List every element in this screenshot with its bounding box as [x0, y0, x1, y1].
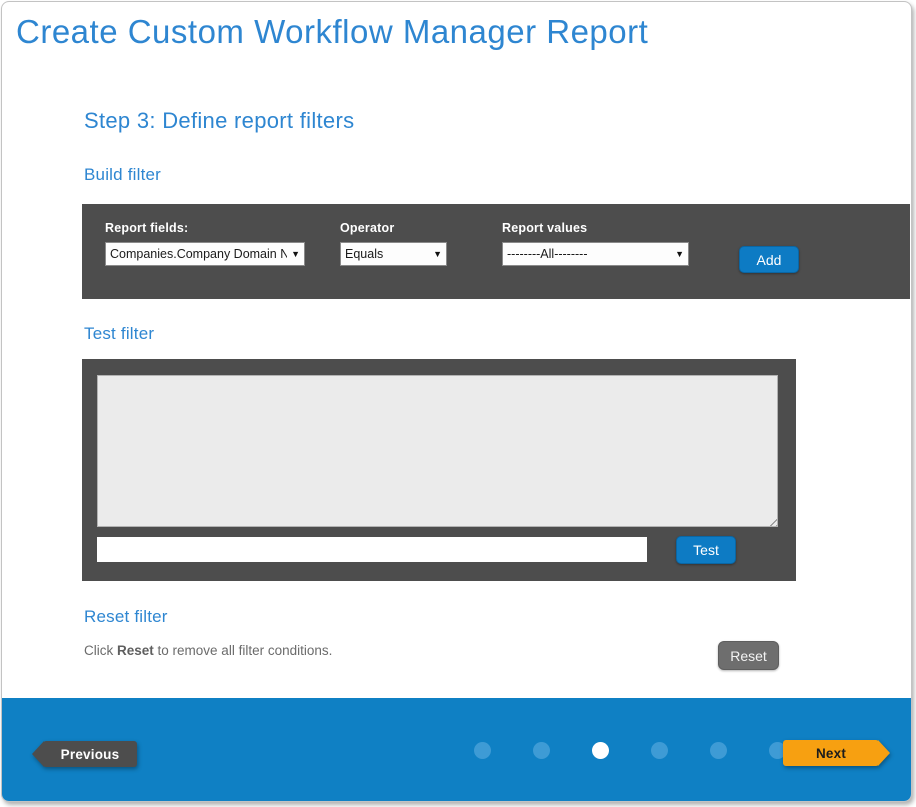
build-filter-section-label: Build filter: [84, 165, 161, 185]
test-filter-section-label: Test filter: [84, 324, 154, 344]
build-filter-panel: Report fields: Companies.Company Domain …: [82, 204, 910, 299]
operator-label: Operator: [340, 221, 394, 235]
report-fields-select[interactable]: Companies.Company Domain Na ▼: [105, 242, 305, 266]
previous-button[interactable]: Previous: [32, 741, 137, 767]
filter-conditions-textarea[interactable]: [97, 375, 778, 527]
operator-selected-value: Equals: [345, 247, 429, 261]
operator-select[interactable]: Equals ▼: [340, 242, 447, 266]
next-button-label: Next: [783, 740, 879, 766]
page-title: Create Custom Workflow Manager Report: [16, 13, 648, 51]
previous-button-label: Previous: [43, 741, 137, 767]
report-values-select[interactable]: --------All-------- ▼: [502, 242, 689, 266]
arrow-right-icon: [878, 740, 890, 766]
next-button[interactable]: Next: [783, 740, 890, 766]
chevron-down-icon: ▼: [675, 249, 684, 259]
step-dot-4: [651, 742, 668, 759]
step-dot-5: [710, 742, 727, 759]
wizard-window: Create Custom Workflow Manager Report St…: [1, 1, 912, 802]
wizard-footer: Previous Next: [2, 698, 911, 801]
reset-filter-section-label: Reset filter: [84, 607, 168, 627]
step-dot-3-active: [592, 742, 609, 759]
report-values-selected-value: --------All--------: [507, 247, 671, 261]
reset-description: Click Reset to remove all filter conditi…: [84, 643, 332, 658]
test-filter-panel: Test: [82, 359, 796, 581]
chevron-down-icon: ▼: [291, 249, 300, 259]
chevron-down-icon: ▼: [433, 249, 442, 259]
test-value-input[interactable]: [97, 537, 647, 562]
step-heading: Step 3: Define report filters: [84, 108, 354, 134]
reset-description-suffix: to remove all filter conditions.: [154, 643, 333, 658]
reset-description-bold: Reset: [117, 643, 154, 658]
step-indicator-dots: [474, 742, 786, 759]
add-button[interactable]: Add: [739, 246, 799, 273]
report-values-label: Report values: [502, 221, 587, 235]
report-fields-selected-value: Companies.Company Domain Na: [110, 247, 287, 261]
reset-description-prefix: Click: [84, 643, 117, 658]
report-fields-label: Report fields:: [105, 221, 188, 235]
step-dot-2: [533, 742, 550, 759]
reset-button[interactable]: Reset: [718, 641, 779, 670]
test-button[interactable]: Test: [676, 536, 736, 564]
step-dot-1: [474, 742, 491, 759]
